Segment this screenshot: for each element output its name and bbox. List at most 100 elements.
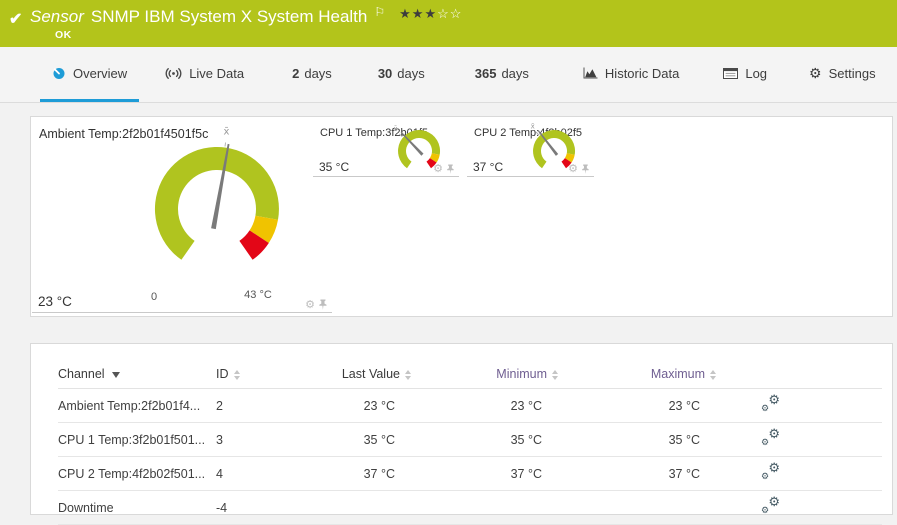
channel-minimum: 23 °C [411, 388, 558, 423]
gauge-tile-ambient-temp: Ambient Temp:2f2b01f4501f5c x̄ 0 43 °C 2… [32, 121, 332, 313]
channel-last-value: 37 °C [301, 456, 411, 491]
channel-settings-gears-icon[interactable]: ⚙ ⚙ [761, 495, 780, 515]
column-header-maximum[interactable]: Maximum [558, 360, 716, 389]
star-empty-icon[interactable]: ☆ [450, 6, 463, 21]
channel-settings-gears-icon[interactable]: ⚙ ⚙ [761, 461, 780, 481]
tab-log[interactable]: Log [711, 47, 779, 102]
tab-historic-data[interactable]: Historic Data [571, 47, 691, 102]
channel-name: Ambient Temp:2f2b01f4... [58, 388, 216, 423]
channel-id: 4 [216, 456, 301, 491]
sort-icon [405, 369, 411, 380]
channel-name: CPU 2 Temp:4f2b02f501... [58, 456, 216, 491]
gauges-panel: Ambient Temp:2f2b01f4501f5c x̄ 0 43 °C 2… [30, 116, 893, 317]
gauge-icon [52, 66, 66, 80]
channel-maximum [558, 490, 716, 525]
channel-id: 3 [216, 422, 301, 457]
channel-maximum: 35 °C [558, 422, 716, 457]
star-filled-icon[interactable]: ★ [412, 6, 425, 21]
pin-icon[interactable] [581, 164, 590, 175]
tile-tools: ⚙ [305, 299, 328, 311]
tab-label: Log [745, 65, 768, 81]
gear-icon: ⚙ [809, 65, 822, 81]
tab-label: days [397, 65, 425, 81]
star-filled-icon[interactable]: ★ [424, 6, 437, 21]
column-header-channel[interactable]: Channel [58, 360, 216, 389]
sensor-header: ✔ Sensor SNMP IBM System X System Health ⚐… [0, 0, 897, 47]
channels-panel: Channel ID Last Value Minimum Maximum Am… [30, 343, 893, 525]
table-row: Ambient Temp:2f2b01f4... 2 23 °C 23 °C 2… [58, 388, 882, 423]
svg-text:x̄: x̄ [393, 125, 397, 133]
tab-settings[interactable]: ⚙ Settings [797, 47, 888, 102]
tab-2-days[interactable]: 2 days [280, 47, 344, 102]
tile-tools: ⚙ [568, 164, 590, 175]
priority-stars[interactable]: ★★★☆☆ [399, 6, 462, 22]
tab-overview[interactable]: Overview [40, 47, 140, 102]
gauge-scale-min: 0 [150, 291, 158, 303]
gauge-tile-cpu1-temp: CPU 1 Temp:3f2b01f5... x̄ 35 °C ⚙ [313, 121, 459, 177]
tab-bar: Overview Live Data 2 days 30 days 365 da… [0, 47, 897, 103]
tab-label: days [501, 65, 529, 81]
tab-30-days[interactable]: 30 days [366, 47, 437, 102]
gauge-value: 23 °C [38, 294, 72, 309]
gauge-scale-max: 43 °C [244, 289, 272, 301]
tile-tools: ⚙ [433, 164, 455, 175]
star-empty-icon[interactable]: ☆ [437, 6, 450, 21]
channel-maximum: 37 °C [558, 456, 716, 491]
status-check-icon: ✔ [9, 11, 23, 28]
column-header-actions [716, 360, 882, 389]
channel-maximum: 23 °C [558, 388, 716, 423]
object-kind-label: Sensor [30, 7, 84, 26]
svg-text:x̄: x̄ [531, 123, 535, 131]
column-header-id[interactable]: ID [216, 360, 301, 389]
channel-last-value: 23 °C [301, 388, 411, 423]
star-filled-icon[interactable]: ★ [399, 6, 412, 21]
sort-desc-icon [111, 371, 120, 378]
pin-icon[interactable] [446, 164, 455, 175]
gear-icon[interactable]: ⚙ [305, 299, 315, 311]
tab-label: Settings [828, 65, 876, 81]
log-icon [723, 67, 739, 79]
sort-icon [233, 369, 240, 380]
channel-last-value [301, 490, 411, 525]
table-row: Downtime -4 ⚙ ⚙ [58, 490, 882, 525]
area-chart-icon [583, 67, 598, 79]
channel-settings-gears-icon[interactable]: ⚙ ⚙ [761, 427, 780, 447]
channel-name: CPU 1 Temp:3f2b01f501... [58, 422, 216, 457]
channel-id: 2 [216, 388, 301, 423]
sort-icon [552, 369, 558, 380]
channels-table: Channel ID Last Value Minimum Maximum Am… [58, 360, 882, 525]
gear-icon[interactable]: ⚙ [433, 164, 443, 175]
column-header-last-value[interactable]: Last Value [301, 360, 411, 389]
tab-number: 365 [474, 65, 497, 81]
gauge-tile-cpu2-temp: CPU 2 Temp:4f2b02f5... x̄ 37 °C ⚙ [467, 121, 594, 177]
sensor-title-line: Sensor SNMP IBM System X System Health ⚐ ★★… [30, 5, 462, 27]
tab-label: days [304, 65, 332, 81]
pin-icon[interactable] [318, 299, 328, 311]
channel-name: Downtime [58, 490, 216, 525]
tab-number: 2 [292, 65, 300, 81]
gear-icon[interactable]: ⚙ [568, 164, 578, 175]
channel-minimum [411, 490, 558, 525]
channel-id: -4 [216, 490, 301, 525]
table-row: CPU 1 Temp:3f2b01f501... 3 35 °C 35 °C 3… [58, 422, 882, 457]
tab-live-data[interactable]: Live Data [153, 47, 256, 102]
broadcast-icon [165, 67, 182, 80]
column-header-minimum[interactable]: Minimum [411, 360, 558, 389]
flag-icon[interactable]: ⚐ [374, 5, 385, 19]
gauge-value: 35 °C [319, 160, 350, 174]
tab-number: 30 [377, 65, 393, 81]
channel-minimum: 35 °C [411, 422, 558, 457]
sort-icon [710, 369, 716, 380]
tab-365-days[interactable]: 365 days [463, 47, 541, 102]
svg-text:x̄: x̄ [224, 127, 230, 138]
tab-label: Overview [73, 65, 128, 81]
tab-label: Live Data [189, 65, 245, 81]
status-badge: OK [55, 29, 72, 41]
channel-minimum: 37 °C [411, 456, 558, 491]
page-title: SNMP IBM System X System Health [90, 7, 368, 26]
channel-settings-gears-icon[interactable]: ⚙ ⚙ [761, 393, 780, 413]
ambient-temp-gauge: x̄ [154, 127, 279, 260]
table-row: CPU 2 Temp:4f2b02f501... 4 37 °C 37 °C 3… [58, 456, 882, 491]
gauge-value: 37 °C [473, 160, 504, 174]
tab-label: Historic Data [604, 65, 680, 81]
